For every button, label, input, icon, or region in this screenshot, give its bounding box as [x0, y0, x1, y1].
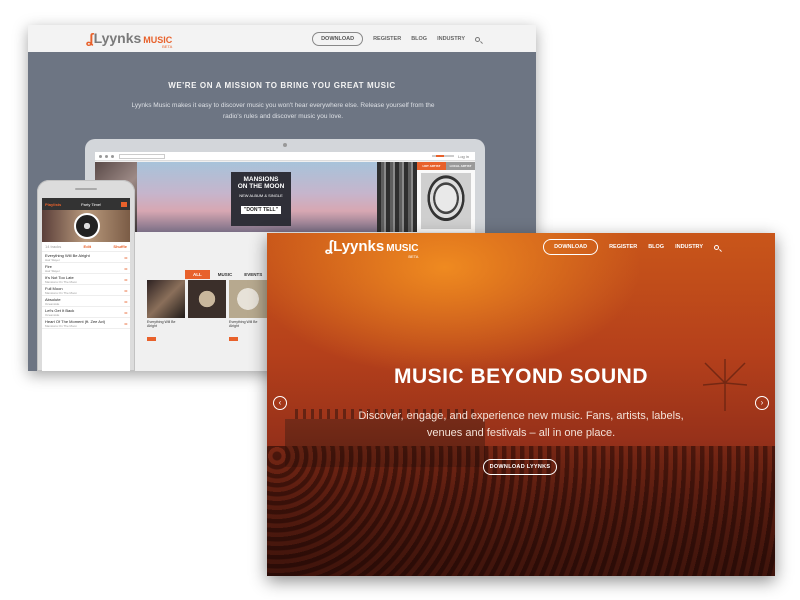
back-site-nav-links: DOWNLOAD REGISTER BLOG INDUSTRY: [312, 32, 480, 46]
track-row[interactable]: Absolute Oceanside •••: [42, 296, 130, 307]
back-site-navbar: ʆ Lyynks MUSIC BETA DOWNLOAD REGISTER BL…: [28, 25, 536, 52]
promo-line2: ON THE MOON: [237, 183, 285, 190]
window-controls: [99, 155, 114, 158]
more-options-icon[interactable]: •••: [124, 266, 127, 271]
playlist-actions: 14 tracks Edit Shuffle: [42, 242, 130, 252]
logo-beta: BETA: [162, 44, 173, 49]
lyynks-logo-icon: ʆ: [86, 30, 94, 46]
promo-line1: MANSIONS: [243, 176, 279, 183]
laptop-search-field[interactable]: [119, 154, 165, 159]
track-count: 14 tracks: [45, 244, 62, 249]
album-title: Everything Will Be Alright: [147, 320, 176, 328]
more-options-icon[interactable]: •••: [124, 277, 127, 282]
hero-subline: Discover, engage, and experience new mus…: [358, 410, 684, 439]
tab-local-artist[interactable]: LOCAL ARTIST: [446, 162, 475, 170]
album-cover: [147, 280, 185, 318]
album-card[interactable]: [188, 280, 226, 346]
tab-hot-artist[interactable]: HOT ARTIST: [417, 162, 446, 170]
more-options-icon[interactable]: •••: [124, 321, 127, 326]
vinyl-icon: [74, 213, 100, 239]
laptop-camera: [283, 143, 287, 147]
track-artist: Mansions On The Moon: [45, 324, 77, 328]
menu-icon[interactable]: [121, 201, 127, 207]
filter-music[interactable]: MUSIC: [214, 270, 237, 279]
more-options-icon[interactable]: •••: [124, 288, 127, 293]
front-site-logo[interactable]: ʆ Lyynks MUSIC BETA: [325, 238, 419, 259]
laptop-login-link[interactable]: Log in: [458, 154, 469, 159]
promo-line3: NEW ALBUM & SINGLE: [239, 193, 283, 198]
hero-headline: MUSIC BEYOND SOUND: [393, 365, 649, 388]
shuffle-button[interactable]: Shuffle: [113, 244, 127, 249]
track-row[interactable]: Full Moon Mansions On The Moon •••: [42, 285, 130, 296]
mission-title: WE'RE ON A MISSION TO BRING YOU GREAT MU…: [168, 81, 396, 90]
edit-button[interactable]: Edit: [84, 244, 92, 249]
promo-line4: "DON'T TELL": [241, 206, 281, 214]
track-artist: Mansions On The Moon: [45, 280, 77, 284]
artist-photo[interactable]: [421, 173, 471, 229]
back-register-link[interactable]: REGISTER: [373, 36, 401, 42]
phone-speaker: [75, 188, 97, 190]
register-link[interactable]: REGISTER: [609, 244, 637, 250]
track-row[interactable]: Let's Get It Back Oceanside •••: [42, 307, 130, 318]
back-industry-link[interactable]: INDUSTRY: [437, 36, 465, 42]
search-icon[interactable]: [475, 36, 480, 42]
volume-slider[interactable]: [432, 155, 455, 157]
content-filters: ALL MUSIC EVENTS: [185, 270, 266, 279]
album-card[interactable]: Everything Will Be Alright: [147, 280, 185, 346]
album-cover: [229, 280, 267, 318]
album-cover: [188, 280, 226, 318]
filter-all[interactable]: ALL: [185, 270, 210, 279]
phone-screen: Playlists Party Time! 14 tracks Edit Shu…: [42, 198, 130, 371]
album-card[interactable]: Everything Will Be Alright: [229, 280, 267, 346]
track-row[interactable]: Heart Of The Moment (ft. Zee Avi) Mansio…: [42, 318, 130, 329]
track-row[interactable]: Fire Hair Slayer •••: [42, 263, 130, 274]
phone-app-header: Playlists Party Time!: [42, 198, 130, 210]
logo-wordmark: Lyynks: [93, 30, 142, 46]
playlist-title: Party Time!: [81, 201, 102, 207]
playlist-artwork: [42, 210, 130, 242]
buy-button[interactable]: [229, 337, 238, 341]
back-blog-link[interactable]: BLOG: [411, 36, 427, 42]
album-title: Everything Will Be Alright: [229, 320, 258, 328]
track-row[interactable]: Everything Will Be Alright Hair Slayer •…: [42, 252, 130, 263]
back-site-logo[interactable]: ʆ Lyynks MUSIC BETA: [86, 30, 173, 49]
track-artist: Oceanside: [45, 302, 60, 306]
front-site-screenshot: ʆ Lyynks MUSIC BETA DOWNLOAD REGISTER BL…: [267, 233, 775, 576]
more-options-icon[interactable]: •••: [124, 299, 127, 304]
more-options-icon[interactable]: •••: [124, 255, 127, 260]
blog-link[interactable]: BLOG: [648, 244, 664, 250]
download-lyynks-button[interactable]: DOWNLOAD LYYNKS: [483, 459, 557, 475]
logo-wordmark: Lyynks: [333, 238, 385, 255]
filter-events[interactable]: EVENTS: [240, 270, 266, 279]
lyynks-logo-icon: ʆ: [325, 238, 334, 255]
logo-beta: BETA: [408, 254, 419, 259]
track-artist: Oceanside: [45, 313, 60, 317]
track-artist: Mansions On The Moon: [45, 291, 77, 295]
laptop-app-topbar: Log in: [95, 152, 475, 161]
front-site-nav-links: DOWNLOAD REGISTER BLOG INDUSTRY: [543, 239, 719, 255]
chevron-right-icon[interactable]: ›: [755, 396, 769, 410]
track-artist: Hair Slayer: [45, 269, 60, 273]
phone-mockup: Playlists Party Time! 14 tracks Edit Shu…: [37, 180, 135, 371]
mission-text: Lyynks Music makes it easy to discover m…: [131, 102, 435, 120]
track-artist: Hair Slayer: [45, 258, 60, 262]
industry-link[interactable]: INDUSTRY: [675, 244, 703, 250]
artist-panel: HOT ARTIST LOCAL ARTIST: [417, 162, 475, 232]
chevron-left-icon[interactable]: ‹: [273, 396, 287, 410]
search-icon[interactable]: [714, 244, 719, 250]
more-options-icon[interactable]: •••: [124, 310, 127, 315]
download-button[interactable]: DOWNLOAD: [543, 239, 599, 255]
track-row[interactable]: It's Not Too Late Mansions On The Moon •…: [42, 274, 130, 285]
buy-button[interactable]: [147, 337, 156, 341]
playlists-back-button[interactable]: Playlists: [45, 202, 61, 207]
logo-music: MUSIC: [386, 243, 419, 254]
track-list: Everything Will Be Alright Hair Slayer •…: [42, 252, 130, 329]
back-download-button[interactable]: DOWNLOAD: [312, 32, 364, 46]
hero-right-photo: [377, 162, 417, 232]
promo-card[interactable]: MANSIONS ON THE MOON NEW ALBUM & SINGLE …: [231, 172, 291, 226]
marketing-composite: ʆ Lyynks MUSIC BETA DOWNLOAD REGISTER BL…: [0, 0, 800, 600]
